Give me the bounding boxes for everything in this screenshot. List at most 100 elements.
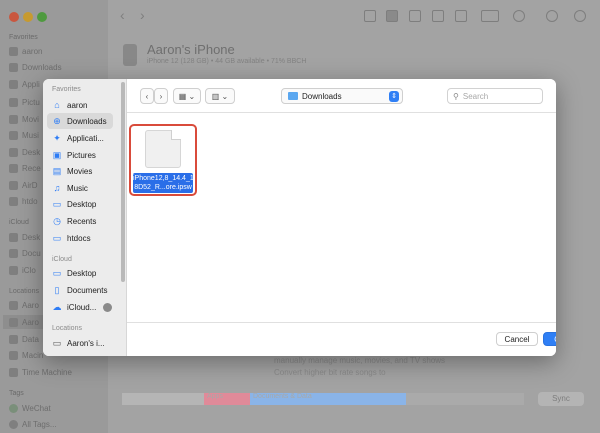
downloads-icon: ⊕	[53, 115, 61, 126]
sidebar-item-downloads[interactable]: ⊕ Downloads	[47, 113, 113, 129]
icon-view-menu[interactable]: ▦ ⌄	[173, 88, 201, 104]
device-title: Aaron's iPhone	[147, 42, 235, 57]
search-icon: ⚲	[453, 91, 459, 101]
action-icon[interactable]	[513, 10, 525, 22]
search-placeholder: Search	[462, 91, 489, 101]
dialog-sidebar: Favorites ⌂ aaron ⊕ Downloads ✦ Applicati..…	[43, 79, 127, 356]
folder-icon	[9, 196, 18, 206]
sidebar-scrollbar[interactable]	[121, 82, 125, 282]
device-subtitle: iPhone 12 (128 GB) • 44 GB available • 7…	[147, 58, 307, 65]
document-icon	[145, 130, 181, 168]
sidebar-item-aaron[interactable]: ⌂ aaron	[47, 97, 113, 113]
home-icon	[9, 46, 18, 56]
bg-sidebar-item[interactable]: WeChat	[9, 401, 107, 415]
preview-icon[interactable]	[455, 10, 467, 22]
desktop-icon: ▭	[52, 267, 62, 278]
sidebar-item-applications[interactable]: ✦ Applicati...	[47, 130, 113, 146]
bg-section-locations: Locations	[9, 288, 39, 295]
search-icon[interactable]	[574, 10, 586, 22]
movies-icon	[9, 114, 18, 124]
footer-option-line: manually manage music, movies, and TV sh…	[274, 356, 446, 365]
grid-view-menu[interactable]: ▥ ⌄	[205, 88, 235, 104]
bg-section-favorites: Favorites	[9, 34, 38, 41]
time-machine-icon	[9, 367, 18, 377]
disk-icon	[9, 350, 18, 360]
sync-button[interactable]: Sync	[538, 392, 584, 406]
close-window-icon[interactable]	[9, 12, 19, 22]
desktop-icon: ▭	[52, 198, 62, 209]
zoom-window-icon[interactable]	[37, 12, 47, 22]
folder-icon: ▭	[52, 232, 62, 243]
icloud-icon	[9, 265, 18, 275]
back-icon[interactable]: ‹	[120, 8, 132, 22]
disk-icon	[9, 334, 18, 344]
section-favorites: Favorites	[52, 86, 81, 93]
search-field[interactable]: ⚲ Search	[447, 88, 543, 104]
icloud-icon: ☁	[52, 301, 62, 312]
chevron-updown-icon: ⇕	[389, 90, 399, 102]
file-item-ipsw[interactable]: iPhone12,8_14.4_1 8D52_R...ore.ipsw	[129, 124, 197, 196]
share-icon[interactable]	[546, 10, 558, 22]
section-locations: Locations	[52, 325, 82, 332]
grid-view-icon[interactable]	[386, 10, 398, 22]
bg-sidebar-item[interactable]: Downloads	[9, 60, 107, 74]
desktop-icon	[9, 147, 18, 157]
sidebar-item-aarons-iphone[interactable]: ▭ Aaron's i...	[47, 335, 113, 351]
music-icon: ♫	[53, 183, 61, 193]
sidebar-item-icloud-drive[interactable]: ☁ iCloud...	[47, 299, 113, 315]
minimize-window-icon[interactable]	[23, 12, 33, 22]
open-button[interactable]: Open	[543, 332, 556, 346]
group-icon[interactable]	[481, 10, 499, 22]
pictures-icon	[9, 97, 18, 107]
phone-icon	[9, 317, 18, 327]
bg-section-tags: Tags	[9, 390, 24, 397]
column-view-icon[interactable]	[409, 10, 421, 22]
bg-section-icloud: iCloud	[9, 219, 29, 226]
gallery-view-icon[interactable]	[432, 10, 444, 22]
sidebar-item-music[interactable]: ♫ Music	[47, 180, 113, 196]
tag-dot-icon	[9, 419, 18, 429]
sidebar-item-htdocs[interactable]: ▭ htdocs	[47, 230, 113, 246]
iphone-icon	[123, 44, 137, 66]
toolbar-divider	[127, 112, 556, 113]
recents-icon	[9, 163, 18, 173]
airdrop-icon	[9, 180, 18, 190]
footer-option-line: Convert higher bit rate songs to	[274, 368, 386, 377]
storage-bar-documents: Documents & Data	[250, 393, 406, 405]
bg-sidebar-item[interactable]: All Tags...	[9, 417, 107, 431]
section-icloud: iCloud	[52, 256, 72, 263]
computer-icon	[9, 300, 18, 310]
dialog-file-browser: ‹ › ▦ ⌄ ▥ ⌄ Downloads ⇕ ⚲ Search iPhone1…	[127, 79, 556, 356]
sidebar-item-movies[interactable]: ▤ Movies	[47, 163, 113, 179]
sidebar-item-icloud-desktop[interactable]: ▭ Desktop	[47, 265, 113, 281]
documents-icon	[9, 248, 18, 258]
documents-icon: ▯	[54, 284, 60, 295]
recents-icon: ◷	[53, 215, 61, 226]
back-button[interactable]: ‹	[140, 88, 154, 104]
sidebar-item-documents[interactable]: ▯ Documents	[47, 282, 113, 298]
location-label: Downloads	[302, 91, 342, 101]
forward-icon[interactable]: ›	[140, 8, 152, 22]
storage-bar-apps: Apps	[204, 393, 250, 405]
sidebar-item-pictures[interactable]: ▣ Pictures	[47, 147, 113, 163]
bg-sidebar-item[interactable]: Time Machine	[9, 365, 107, 379]
downloads-icon	[9, 62, 18, 72]
tag-dot-icon	[9, 403, 18, 413]
sidebar-item-desktop[interactable]: ▭ Desktop	[47, 196, 113, 212]
sidebar-item-recents[interactable]: ◷ Recents	[47, 213, 113, 229]
computer-icon: ▭	[52, 337, 62, 348]
movies-icon: ▤	[52, 165, 62, 176]
storage-bar-free	[406, 393, 524, 405]
file-name-label: iPhone12,8_14.4_1 8D52_R...ore.ipsw	[133, 173, 194, 193]
home-icon: ⌂	[54, 100, 60, 110]
open-file-dialog: Favorites ⌂ aaron ⊕ Downloads ✦ Applicati..…	[43, 79, 556, 356]
footer-divider	[127, 322, 556, 323]
applications-icon	[9, 79, 18, 89]
location-popup[interactable]: Downloads ⇕	[281, 88, 403, 104]
bg-sidebar-item[interactable]: aaron	[9, 44, 107, 58]
forward-button[interactable]: ›	[154, 88, 168, 104]
storage-bar-segment	[122, 393, 204, 405]
list-view-icon[interactable]	[364, 10, 376, 22]
progress-pie-icon	[103, 302, 113, 312]
cancel-button[interactable]: Cancel	[496, 332, 538, 346]
